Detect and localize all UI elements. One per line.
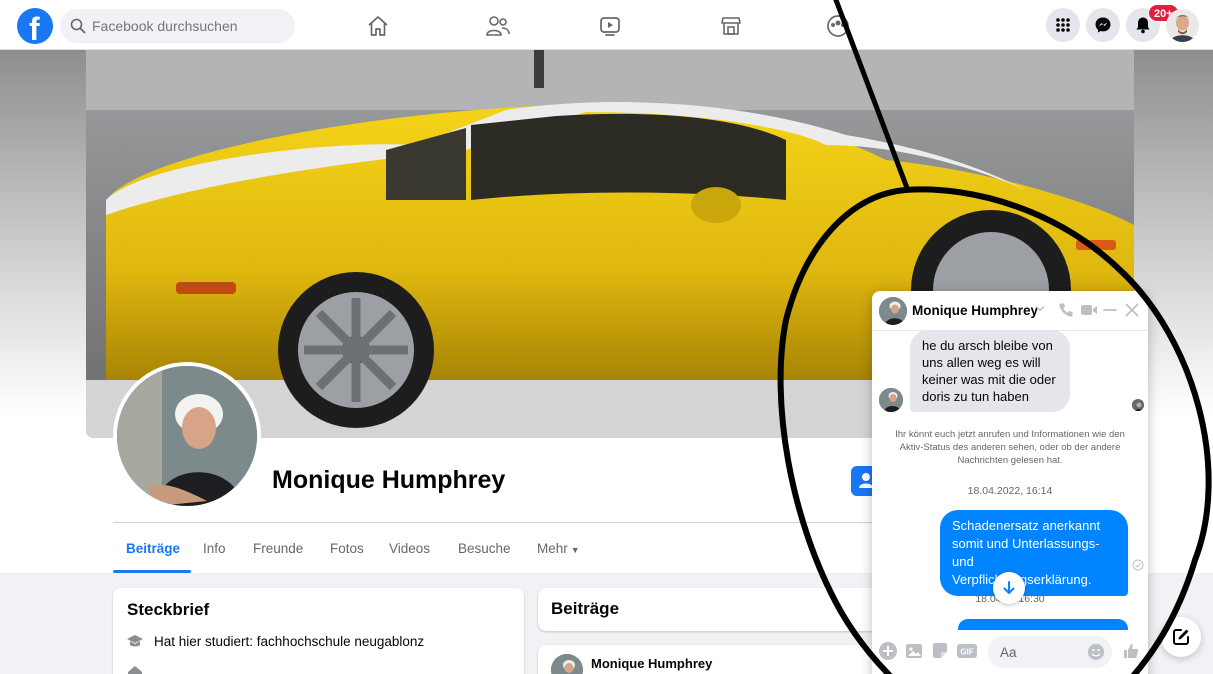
chat-contact-avatar[interactable] xyxy=(879,297,907,325)
facebook-logo[interactable]: f xyxy=(17,8,53,47)
chevron-down-icon[interactable] xyxy=(1035,305,1045,313)
posts-header-card: Beiträge xyxy=(538,588,878,631)
chat-contact-avatar-photo xyxy=(879,297,907,325)
profile-name: Monique Humphrey xyxy=(272,466,506,494)
intro-card: Steckbrief Hat hier studiert: fachhochsc… xyxy=(113,588,524,674)
tab-besuche[interactable]: Besuche xyxy=(458,541,511,556)
seen-indicator-photo xyxy=(1132,400,1144,411)
seen-indicator-avatar xyxy=(1132,399,1144,411)
chat-window: Monique Humphrey he du arsch bleibe von … xyxy=(872,291,1148,674)
graduation-cap-icon xyxy=(127,635,143,647)
active-tab-indicator xyxy=(113,570,191,573)
svg-text:GIF: GIF xyxy=(960,648,973,657)
emoji-icon[interactable] xyxy=(1087,643,1105,661)
messenger-button[interactable] xyxy=(1086,8,1120,42)
intro-home-row xyxy=(126,664,154,674)
minimize-icon[interactable] xyxy=(1103,302,1117,318)
post-author-avatar[interactable] xyxy=(551,654,583,674)
nav-friends-tab[interactable] xyxy=(478,10,518,42)
timestamp-1: 18.04.2022, 16:14 xyxy=(967,485,1053,497)
search-input[interactable] xyxy=(92,9,287,43)
posts-title: Beiträge xyxy=(551,599,620,618)
tab-fotos[interactable]: Fotos xyxy=(330,541,364,556)
home-icon xyxy=(368,16,388,36)
friends-icon xyxy=(486,16,510,36)
post-author-name[interactable]: Monique Humphrey xyxy=(591,656,712,671)
thumbs-up-icon[interactable] xyxy=(1122,642,1140,660)
phone-call-icon[interactable] xyxy=(1058,302,1074,318)
arrow-down-icon xyxy=(1003,581,1015,594)
grid-menu-icon xyxy=(1056,18,1070,32)
new-message-button[interactable] xyxy=(1161,617,1201,657)
nav-marketplace-tab[interactable] xyxy=(711,10,751,42)
close-icon[interactable] xyxy=(1125,302,1139,318)
sent-check-icon xyxy=(1132,559,1144,571)
messenger-icon xyxy=(1095,17,1111,33)
tab-info[interactable]: Info xyxy=(203,541,226,556)
plus-circle-icon[interactable] xyxy=(878,641,898,661)
caret-down-icon: ▼ xyxy=(570,545,580,555)
house-icon xyxy=(128,666,142,674)
profile-picture-photo xyxy=(117,366,257,506)
incoming-message-avatar-photo xyxy=(879,388,903,412)
intro-studied-row: Hat hier studiert: fachhochschule neugab… xyxy=(126,633,424,649)
chat-contact-name[interactable]: Monique Humphrey xyxy=(912,303,1038,318)
profile-picture[interactable] xyxy=(113,362,261,510)
gif-icon[interactable]: GIF xyxy=(956,641,978,661)
info-notice: Ihr könnt euch jetzt anrufen und Informa… xyxy=(895,429,1125,466)
bell-icon xyxy=(1136,17,1150,34)
chat-header: Monique Humphrey xyxy=(872,291,1148,331)
nav-groups-tab[interactable] xyxy=(818,10,858,42)
post-card: Monique Humphrey xyxy=(538,645,878,674)
incoming-message[interactable]: he du arsch bleibe von uns allen weg es … xyxy=(910,330,1070,412)
tab-freunde[interactable]: Freunde xyxy=(253,541,303,556)
outgoing-message[interactable]: Schadenersatz anerkannt somit und Unterl… xyxy=(940,510,1128,596)
video-icon xyxy=(600,17,620,36)
post-author-avatar-photo xyxy=(551,654,583,674)
scroll-to-bottom-button[interactable] xyxy=(993,572,1025,604)
nav-watch-tab[interactable] xyxy=(590,10,630,42)
marketplace-icon xyxy=(721,17,741,35)
compose-icon xyxy=(1173,629,1189,645)
sticker-icon[interactable] xyxy=(930,641,950,661)
tab-videos[interactable]: Videos xyxy=(389,541,430,556)
tab-mehr[interactable]: Mehr ▼ xyxy=(537,541,580,556)
message-composer: GIF xyxy=(872,630,1148,674)
incoming-message-avatar xyxy=(879,388,903,412)
facebook-logo-letter: f xyxy=(29,11,40,47)
intro-card-title: Steckbrief xyxy=(127,600,210,619)
tab-beitraege[interactable]: Beiträge xyxy=(126,541,180,556)
image-icon[interactable] xyxy=(904,641,924,661)
menu-button[interactable] xyxy=(1046,8,1080,42)
user-avatar-photo xyxy=(1166,9,1199,42)
tab-mehr-label: Mehr xyxy=(537,541,568,556)
intro-studied-text: Hat hier studiert: fachhochschule neugab… xyxy=(154,633,425,649)
top-navigation-bar: f 20+ xyxy=(0,0,1213,50)
user-avatar[interactable] xyxy=(1166,9,1199,42)
search-box[interactable] xyxy=(60,9,295,43)
groups-icon xyxy=(827,15,849,37)
nav-home-tab[interactable] xyxy=(358,10,398,42)
video-call-icon[interactable] xyxy=(1080,302,1098,318)
search-icon xyxy=(70,18,86,34)
